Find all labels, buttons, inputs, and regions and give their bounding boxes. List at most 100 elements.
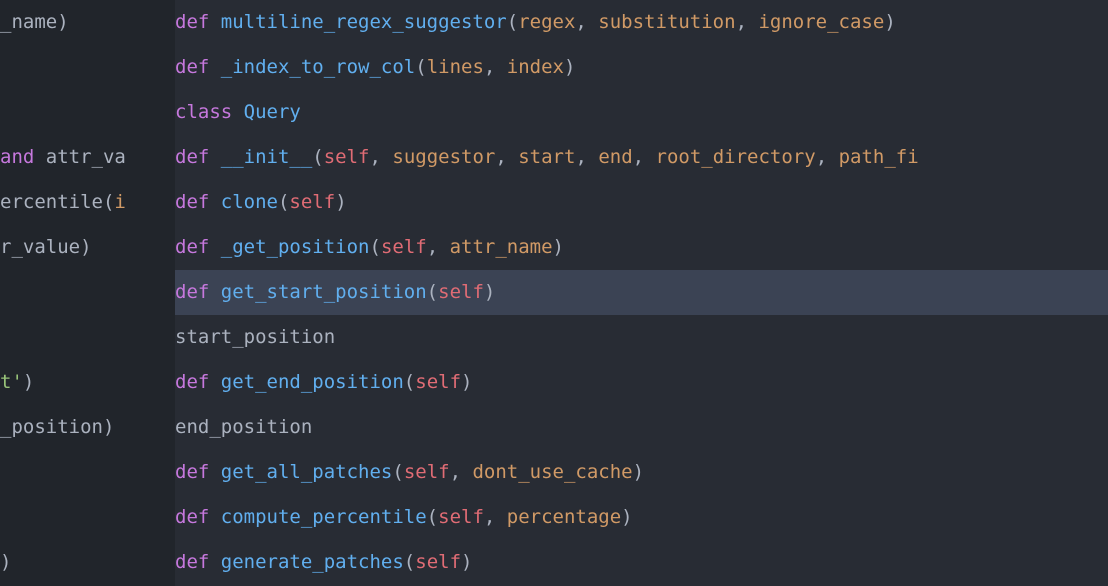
- code-token: def: [175, 143, 221, 172]
- code-token: ): [553, 233, 564, 262]
- code-token: and: [0, 143, 34, 172]
- outline-item[interactable]: def __init__(self, suggestor, start, end…: [175, 135, 1108, 180]
- code-token: end: [598, 143, 632, 172]
- code-token: ,: [484, 53, 507, 82]
- code-token: t': [0, 368, 23, 397]
- code-token: ,: [736, 8, 759, 37]
- code-token: start_position: [175, 323, 335, 352]
- code-token: def: [175, 53, 221, 82]
- code-token: ): [633, 458, 644, 487]
- code-token: ,: [495, 143, 518, 172]
- code-token: def: [175, 503, 221, 532]
- code-line: and attr_va: [0, 135, 175, 180]
- code-token: _position): [0, 413, 114, 442]
- code-line: [0, 90, 175, 135]
- outline-item[interactable]: def get_all_patches(self, dont_use_cache…: [175, 450, 1108, 495]
- code-token: self: [415, 368, 461, 397]
- code-token: def: [175, 458, 221, 487]
- code-token: (: [427, 278, 438, 307]
- code-line: r_value): [0, 225, 175, 270]
- code-token: __init__: [221, 143, 313, 172]
- code-token: (: [312, 143, 323, 172]
- code-token: root_directory: [656, 143, 816, 172]
- code-token: _get_position: [221, 233, 370, 262]
- code-token: ,: [450, 458, 473, 487]
- code-token: ): [57, 8, 68, 37]
- code-token: suggestor: [392, 143, 495, 172]
- outline-item[interactable]: def multiline_regex_suggestor(regex, sub…: [175, 0, 1108, 45]
- outline-item[interactable]: def generate_patches(self): [175, 540, 1108, 585]
- code-token: ,: [633, 143, 656, 172]
- outline-item[interactable]: def compute_percentile(self, percentage): [175, 495, 1108, 540]
- code-token: ercentile(: [0, 188, 114, 217]
- code-token: def: [175, 8, 221, 37]
- code-token: def: [175, 368, 221, 397]
- code-token: generate_patches: [221, 548, 404, 577]
- code-token: def: [175, 548, 221, 577]
- code-token: index: [507, 53, 564, 82]
- outline-item[interactable]: def get_end_position(self): [175, 360, 1108, 405]
- code-token: path_fi: [839, 143, 919, 172]
- code-token: def: [175, 188, 221, 217]
- code-token: regex: [518, 8, 575, 37]
- code-token: ,: [816, 143, 839, 172]
- code-token: (: [278, 188, 289, 217]
- outline-item[interactable]: start_position: [175, 315, 1108, 360]
- code-token: clone: [221, 188, 278, 217]
- code-token: get_end_position: [221, 368, 404, 397]
- outline-item[interactable]: def clone(self): [175, 180, 1108, 225]
- code-token: end_position: [175, 413, 312, 442]
- editor-left-pane: _name)and attr_vaercentile(ir_value)t')_…: [0, 0, 175, 586]
- code-token: get_all_patches: [221, 458, 393, 487]
- code-token: (: [427, 503, 438, 532]
- code-token: (: [392, 458, 403, 487]
- code-token: self: [438, 503, 484, 532]
- code-token: (: [369, 233, 380, 262]
- code-token: dont_use_cache: [472, 458, 632, 487]
- code-line: t'): [0, 360, 175, 405]
- code-token: (: [507, 8, 518, 37]
- code-token: self: [438, 278, 484, 307]
- code-token: Query: [244, 98, 301, 127]
- code-token: self: [381, 233, 427, 262]
- code-line: [0, 450, 175, 495]
- code-token: ): [884, 8, 895, 37]
- outline-item[interactable]: def _get_position(self, attr_name): [175, 225, 1108, 270]
- code-token: ): [0, 548, 11, 577]
- code-token: ,: [484, 503, 507, 532]
- code-token: self: [289, 188, 335, 217]
- code-token: attr_name: [450, 233, 553, 262]
- code-line: _position): [0, 405, 175, 450]
- outline-item[interactable]: class Query: [175, 90, 1108, 135]
- code-token: get_start_position: [221, 278, 427, 307]
- code-line: _name): [0, 0, 175, 45]
- code-token: ,: [575, 143, 598, 172]
- code-token: self: [324, 143, 370, 172]
- code-token: _name: [0, 8, 57, 37]
- code-token: ,: [575, 8, 598, 37]
- code-token: percentage: [507, 503, 621, 532]
- outline-item-selected[interactable]: def get_start_position(self): [175, 270, 1108, 315]
- code-token: ): [484, 278, 495, 307]
- code-line: [0, 315, 175, 360]
- code-line: [0, 45, 175, 90]
- outline-item[interactable]: def _index_to_row_col(lines, index): [175, 45, 1108, 90]
- code-token: ,: [370, 143, 393, 172]
- code-token: ): [335, 188, 346, 217]
- outline-item[interactable]: end_position: [175, 405, 1108, 450]
- code-line: [0, 495, 175, 540]
- code-line: ): [0, 540, 175, 585]
- code-line: ercentile(i: [0, 180, 175, 225]
- code-token: substitution: [598, 8, 735, 37]
- code-line: [0, 270, 175, 315]
- code-token: (: [404, 368, 415, 397]
- code-token: _index_to_row_col: [221, 53, 415, 82]
- code-token: ): [23, 368, 34, 397]
- code-token: attr_va: [34, 143, 126, 172]
- code-token: (: [415, 53, 426, 82]
- code-token: compute_percentile: [221, 503, 427, 532]
- code-token: ): [564, 53, 575, 82]
- code-token: r_value): [0, 233, 92, 262]
- code-token: self: [415, 548, 461, 577]
- code-token: ignore_case: [758, 8, 884, 37]
